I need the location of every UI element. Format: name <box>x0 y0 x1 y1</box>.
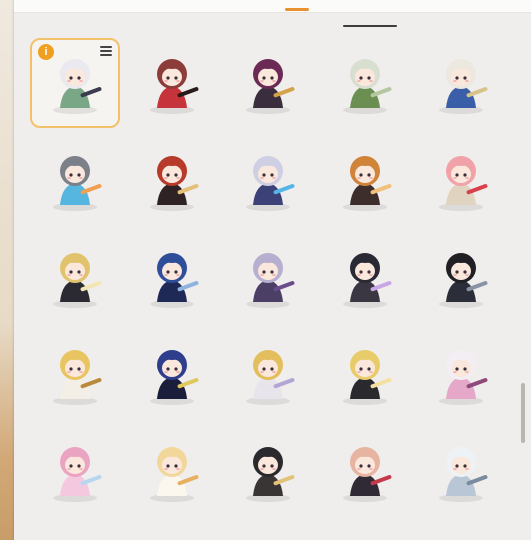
fox-ears-red-lying-chibi-icon <box>150 59 199 114</box>
blonde-nun-chibi-icon <box>53 253 102 308</box>
sticker-cell[interactable] <box>320 232 410 322</box>
blonde-schoolgirl-chibi-icon <box>53 350 102 405</box>
fox-tail-brown-chibi-icon <box>343 156 392 211</box>
witch-hat-blue-chibi-icon <box>150 350 199 405</box>
info-badge-icon[interactable]: i <box>38 44 54 60</box>
scrollbar-thumb[interactable] <box>521 383 525 443</box>
blue-hair-sniper-chibi-icon <box>150 253 199 308</box>
black-hair-guard-chibi-icon <box>439 253 488 308</box>
sticker-cell[interactable] <box>223 232 313 322</box>
sticker-cell[interactable] <box>127 329 217 419</box>
sticker-cell[interactable]: i <box>30 38 120 128</box>
blue-hat-lying-chibi-icon <box>439 59 488 114</box>
sticker-cell[interactable] <box>127 135 217 225</box>
scrollbar[interactable] <box>519 0 531 540</box>
sticker-cell[interactable] <box>127 232 217 322</box>
pink-hair-flower-chibi-icon <box>53 447 102 502</box>
lavender-hair-sitting-chibi-icon <box>246 253 295 308</box>
sticker-cell[interactable] <box>30 426 120 516</box>
red-hair-sitting-chibi-icon <box>150 156 199 211</box>
sticker-cell[interactable] <box>30 232 120 322</box>
sticker-cell[interactable] <box>223 329 313 419</box>
sticker-cell[interactable] <box>416 135 506 225</box>
bunny-ears-dark-chibi-icon <box>343 253 392 308</box>
sticker-cell[interactable] <box>320 135 410 225</box>
gray-cat-swim-chibi-icon <box>53 156 102 211</box>
sticker-cell[interactable] <box>416 38 506 128</box>
desktop-wallpaper <box>0 0 14 540</box>
panel-tab-bar <box>14 0 531 13</box>
sticker-cell[interactable] <box>416 329 506 419</box>
sticker-cell[interactable] <box>127 38 217 128</box>
sticker-cell[interactable] <box>416 232 506 322</box>
green-outfit-rabbit-chibi-icon <box>343 59 392 114</box>
purple-hair-lying-chibi-icon <box>246 59 295 114</box>
sticker-cell[interactable] <box>30 329 120 419</box>
sticker-cell[interactable] <box>320 426 410 516</box>
sticker-cell[interactable] <box>127 426 217 516</box>
sticker-cell[interactable] <box>30 135 120 225</box>
silver-hair-gunner-chibi-icon <box>246 156 295 211</box>
white-hair-staff-chibi-icon <box>439 350 488 405</box>
sticker-cell[interactable] <box>320 38 410 128</box>
sticker-cell[interactable] <box>223 135 313 225</box>
blonde-veil-bride-chibi-icon <box>150 447 199 502</box>
sticker-cell[interactable] <box>223 426 313 516</box>
black-veil-nun-chibi-icon <box>246 447 295 502</box>
sticker-cell[interactable] <box>223 38 313 128</box>
sticker-cell[interactable] <box>320 329 410 419</box>
pink-hair-gun-chibi-icon <box>343 447 392 502</box>
sticker-grid: i <box>30 38 510 538</box>
menu-icon[interactable] <box>100 46 112 56</box>
white-hair-lying-chibi-icon <box>439 447 488 502</box>
sticker-panel: i <box>14 0 531 540</box>
blonde-glasses-chibi-icon <box>246 350 295 405</box>
sticker-cell[interactable] <box>416 426 506 516</box>
pink-hair-devil-chibi-icon <box>439 156 488 211</box>
black-bow-blonde-chibi-icon <box>343 350 392 405</box>
active-tab-indicator <box>285 8 309 11</box>
scroll-edge-line <box>343 25 397 27</box>
